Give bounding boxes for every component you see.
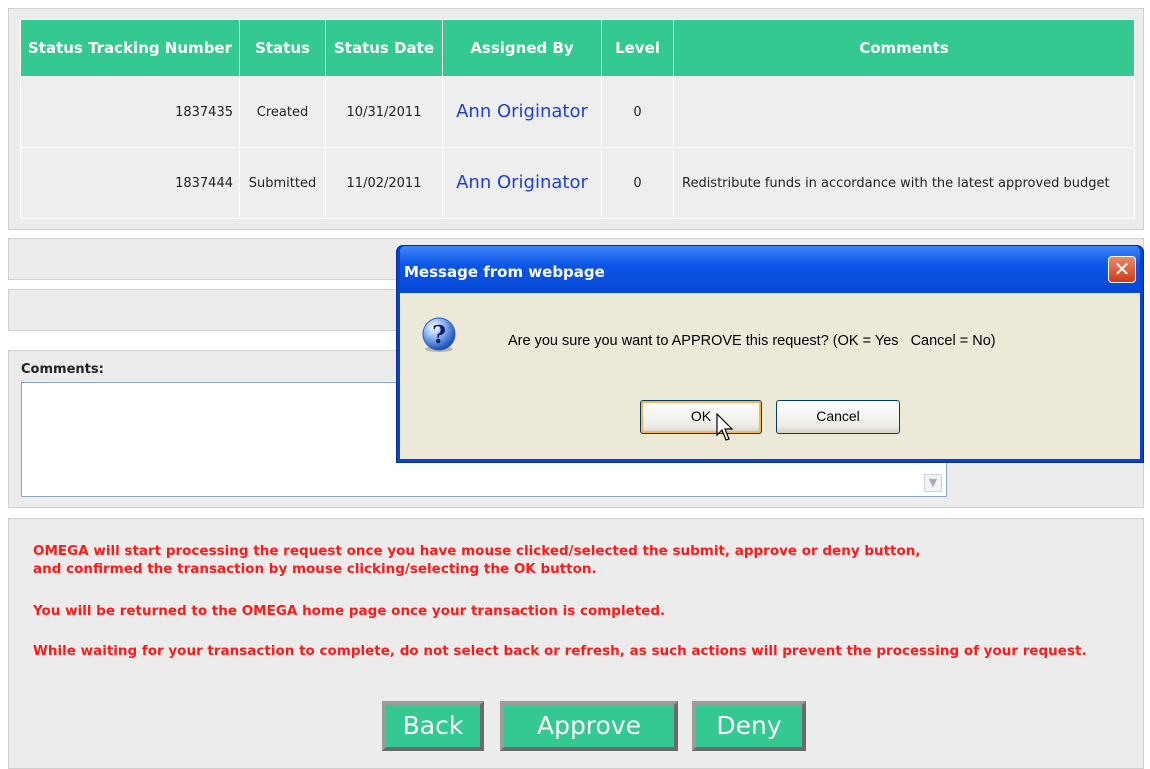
cell-level: 0	[601, 76, 674, 148]
notice-processing: OMEGA will start processing the request …	[33, 543, 921, 577]
cell-assigned-by: Ann Originator	[442, 147, 602, 219]
deny-button[interactable]: Deny	[692, 701, 806, 751]
mouse-cursor-icon	[716, 413, 734, 441]
header-level: Level	[601, 19, 674, 77]
header-assigned-by: Assigned By	[442, 19, 602, 77]
cell-status-date: 10/31/2011	[325, 76, 443, 148]
scroll-down-icon[interactable]: ▼	[924, 474, 942, 492]
cell-status: Created	[239, 76, 326, 148]
notice-return-home: You will be returned to the OMEGA home p…	[33, 603, 666, 619]
dialog-message: Are you sure you want to APPROVE this re…	[508, 333, 996, 349]
dialog-titlebar[interactable]: Message from webpage ✕	[400, 246, 1140, 293]
cell-level: 0	[601, 147, 674, 219]
close-icon[interactable]: ✕	[1108, 256, 1136, 283]
cell-comment	[673, 76, 1135, 148]
cell-tracking-number: 1837444	[20, 147, 240, 219]
cell-status: Submitted	[239, 147, 326, 219]
ok-button[interactable]: OK	[640, 400, 762, 434]
question-icon: ?	[422, 317, 456, 352]
back-button[interactable]: Back	[382, 701, 484, 751]
table-row: 1837435 Created 10/31/2011 Ann Originato…	[20, 76, 1135, 148]
cell-tracking-number: 1837435	[20, 76, 240, 148]
table-header-row: Status Tracking Number Status Status Dat…	[20, 19, 1135, 77]
cancel-button[interactable]: Cancel	[776, 400, 900, 434]
cell-status-date: 11/02/2011	[325, 147, 443, 219]
approve-button[interactable]: Approve	[500, 701, 678, 751]
dialog-body: ? Are you sure you want to APPROVE this …	[400, 293, 1140, 459]
table-row: 1837444 Submitted 11/02/2011 Ann Origina…	[20, 147, 1135, 219]
comments-label: Comments:	[21, 362, 104, 377]
dialog-title: Message from webpage	[404, 263, 605, 281]
header-status-date: Status Date	[325, 19, 443, 77]
status-history-table: Status Tracking Number Status Status Dat…	[20, 19, 1135, 219]
notice-do-not-refresh: While waiting for your transaction to co…	[33, 643, 1087, 659]
header-tracking-number: Status Tracking Number	[20, 19, 240, 77]
cell-comment: Redistribute funds in accordance with th…	[673, 147, 1135, 219]
confirm-dialog: Message from webpage ✕ ? Are you sure yo…	[397, 246, 1143, 462]
header-comments: Comments	[673, 19, 1135, 77]
cell-assigned-by: Ann Originator	[442, 76, 602, 148]
svg-text:?: ?	[432, 320, 446, 349]
header-status: Status	[239, 19, 326, 77]
